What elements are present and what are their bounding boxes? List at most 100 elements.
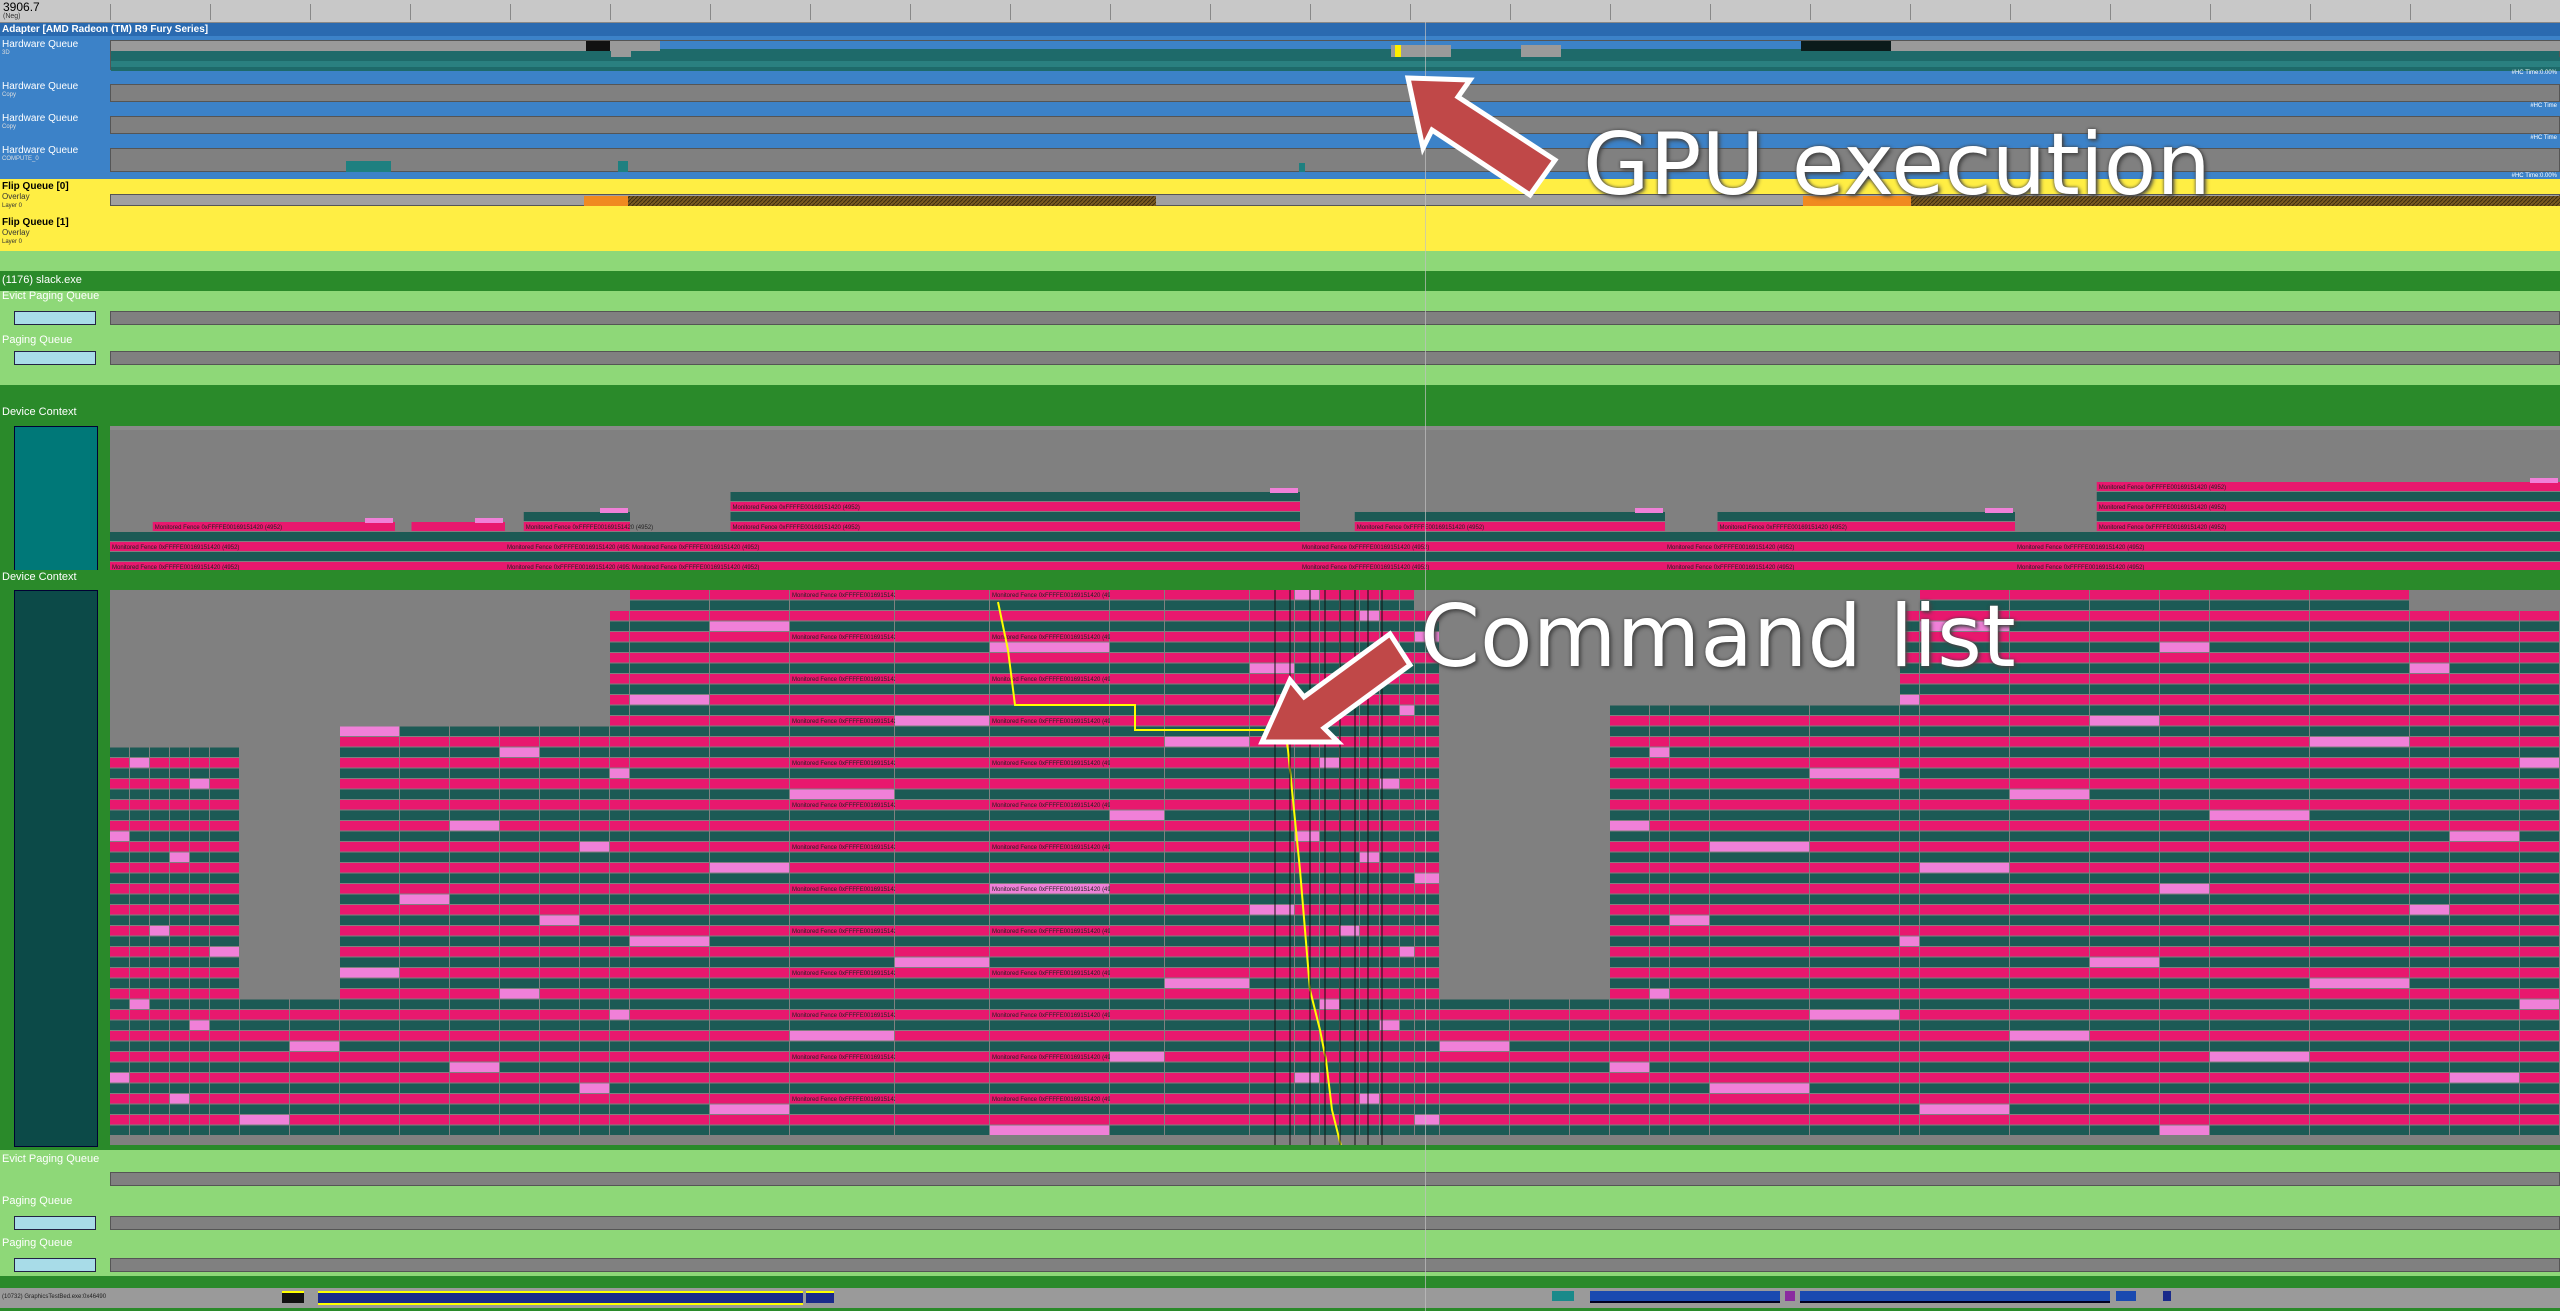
fence-bar[interactable] [895, 1020, 989, 1031]
fence-bar[interactable] [2310, 947, 2409, 957]
fence-bar[interactable] [990, 695, 1109, 705]
fence-bar[interactable] [790, 957, 894, 968]
fence-bar[interactable] [1295, 590, 1319, 600]
fence-bar[interactable] [1920, 726, 2009, 737]
fence-bar[interactable] [895, 674, 989, 684]
fence-bar[interactable] [1380, 1041, 1399, 1052]
fence-bar[interactable] [1810, 873, 1899, 884]
fence-bar[interactable] [210, 831, 239, 842]
fence-bar[interactable] [2310, 863, 2409, 873]
fence-bar[interactable] [2410, 852, 2449, 863]
fence-bar[interactable] [210, 1041, 239, 1052]
fence-bar[interactable] [790, 684, 894, 695]
fence-bar[interactable] [170, 1073, 189, 1083]
fence-bar[interactable] [710, 821, 789, 831]
fence-bar[interactable] [1650, 716, 1669, 726]
fence-bar[interactable] [110, 1083, 129, 1094]
fence-bar[interactable] [790, 642, 894, 653]
fence-bar[interactable] [1610, 800, 1649, 810]
fence-bar[interactable] [1110, 1073, 1164, 1083]
fence-bar[interactable] [1400, 947, 1414, 957]
fence-bar[interactable] [1380, 747, 1399, 758]
fence-bar[interactable] [1295, 695, 1319, 705]
fence-bar[interactable] [450, 926, 499, 936]
fence-bar[interactable] [1250, 1020, 1294, 1031]
fence-bar[interactable] [150, 947, 169, 957]
fence-bar[interactable] [2010, 768, 2089, 779]
fence-bar[interactable] [1165, 779, 1249, 789]
fence-bar[interactable] [2410, 810, 2449, 821]
fence-bar[interactable] [130, 999, 149, 1010]
fence-bar[interactable] [1250, 800, 1294, 810]
fence-bar[interactable] [610, 852, 629, 863]
fence-bar[interactable] [1360, 1094, 1379, 1104]
fence-bar[interactable] [1610, 989, 1649, 999]
fence-bar[interactable] [500, 747, 539, 758]
fence-bar[interactable] [1810, 1083, 1899, 1094]
fence-bar[interactable] [1920, 1125, 2009, 1136]
fence-bar[interactable] [450, 737, 499, 747]
fence-bar[interactable] [1610, 905, 1649, 915]
fence-bar[interactable] [580, 999, 609, 1010]
fence-bar[interactable] [170, 1031, 189, 1041]
fence-bar[interactable] [2520, 947, 2559, 957]
fence-bar[interactable] [110, 1062, 129, 1073]
fence-bar[interactable] [170, 989, 189, 999]
fence-bar[interactable] [2010, 653, 2089, 663]
fence-bar[interactable] [1320, 747, 1339, 758]
fence-bar[interactable] [2310, 684, 2409, 695]
fence-bar[interactable] [1400, 926, 1414, 936]
fence-bar[interactable] [450, 1062, 499, 1073]
fence-bar[interactable] [2160, 642, 2209, 653]
fence-bar[interactable] [2160, 1115, 2209, 1125]
fence-bar[interactable] [2160, 621, 2209, 632]
fence-bar[interactable] [990, 894, 1109, 905]
fence-bar[interactable] [1380, 905, 1399, 915]
fence-bar[interactable] [2210, 632, 2309, 642]
fence-bar[interactable] [630, 726, 709, 737]
fence-bar[interactable] [1710, 989, 1809, 999]
fence-bar[interactable] [1400, 968, 1414, 978]
fence-bar[interactable] [290, 1083, 339, 1094]
fence-bar[interactable] [710, 999, 789, 1010]
fence-bar[interactable] [190, 1010, 209, 1020]
fence-bar[interactable] [790, 1062, 894, 1073]
fence-bar[interactable] [1710, 1052, 1809, 1062]
fence-bar[interactable] [1165, 905, 1249, 915]
fence-bar[interactable] [340, 821, 399, 831]
fence-bar[interactable] [730, 492, 1301, 501]
fence-bar[interactable] [110, 1073, 129, 1083]
fence-bar[interactable] [130, 1125, 149, 1136]
fence-bar[interactable] [1295, 978, 1319, 989]
fence-bar[interactable] [1900, 905, 1919, 915]
fence-bar[interactable] [1320, 884, 1339, 894]
fence-bar[interactable] [1165, 632, 1249, 642]
fence-bar[interactable] [1320, 968, 1339, 978]
fence-bar[interactable] [210, 957, 239, 968]
fence-bar[interactable] [210, 915, 239, 926]
paging-queue[interactable]: Paging Queue [0, 335, 2560, 385]
fence-bar[interactable] [1295, 663, 1319, 674]
fence-bar[interactable] [2450, 842, 2519, 852]
fence-bar[interactable] [110, 1094, 129, 1104]
fence-bar[interactable] [190, 936, 209, 947]
fence-bar[interactable] [2450, 726, 2519, 737]
fence-bar[interactable] [580, 947, 609, 957]
fence-bar[interactable] [2410, 1073, 2449, 1083]
fence-bar[interactable] [1570, 1115, 1609, 1125]
fence-bar[interactable] [1165, 726, 1249, 737]
fence-bar[interactable] [1110, 968, 1164, 978]
fence-bar[interactable] [150, 968, 169, 978]
fence-bar[interactable] [1165, 1052, 1249, 1062]
fence-bar[interactable] [1360, 1020, 1379, 1031]
fence-bar[interactable] [710, 611, 789, 621]
fence-bar[interactable] [1415, 1125, 1439, 1136]
fence-bar[interactable] [1920, 1083, 2009, 1094]
fence-bar[interactable] [540, 884, 579, 894]
fence-bar[interactable] [1340, 1073, 1359, 1083]
fence-bar[interactable] [110, 968, 129, 978]
fence-bar[interactable] [1670, 1041, 1709, 1052]
fence-bar[interactable] [1610, 926, 1649, 936]
fence-bar[interactable] [580, 957, 609, 968]
fence-bar[interactable] [1360, 768, 1379, 779]
